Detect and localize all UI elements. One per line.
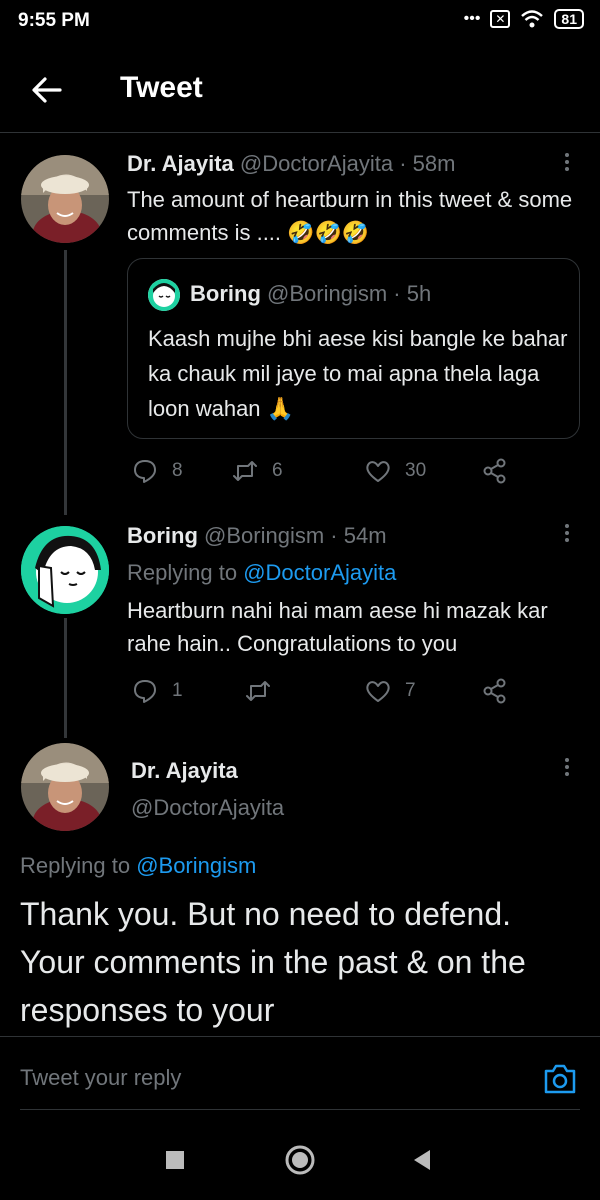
replying-to-link[interactable]: @DoctorAjayita bbox=[243, 560, 396, 585]
wifi-icon bbox=[521, 10, 544, 28]
replying-to-link[interactable]: @Boringism bbox=[136, 853, 256, 878]
heart-icon bbox=[366, 681, 390, 702]
tweet-time: · 54m bbox=[330, 523, 387, 548]
author-handle[interactable]: @DoctorAjayita bbox=[131, 795, 284, 821]
page-title: Tweet bbox=[120, 71, 203, 104]
reply-bar: Tweet your reply bbox=[0, 1036, 600, 1112]
quote-time: · 5h bbox=[393, 281, 432, 306]
reply-button[interactable]: 8 bbox=[132, 458, 183, 484]
author-handle[interactable]: @DoctorAjayita bbox=[240, 151, 393, 176]
tweet-text: Thank you. But no need to defend. Your c… bbox=[20, 896, 526, 1028]
replying-to: Replying to @DoctorAjayita bbox=[127, 560, 396, 586]
reply-icon bbox=[134, 680, 156, 703]
replying-prefix: Replying to bbox=[127, 560, 244, 585]
avatar[interactable] bbox=[21, 526, 109, 614]
author-name[interactable]: Dr. Ajayita bbox=[127, 151, 234, 176]
divider bbox=[20, 1109, 580, 1110]
replying-to: Replying to @Boringism bbox=[20, 853, 256, 879]
system-nav-bar bbox=[0, 1118, 600, 1200]
retweet-icon bbox=[246, 681, 270, 701]
home-icon[interactable] bbox=[284, 1144, 316, 1176]
app-header: Tweet bbox=[0, 45, 600, 133]
reply-count: 8 bbox=[172, 460, 183, 481]
avatar[interactable] bbox=[21, 155, 109, 243]
tweet-text: Heartburn nahi hai mam aese hi mazak kar… bbox=[127, 598, 548, 656]
tweet-text: The amount of heartburn in this tweet & … bbox=[127, 187, 573, 245]
retweet-count: 6 bbox=[272, 460, 283, 481]
notification-x-icon: ✕ bbox=[490, 10, 511, 28]
more-vertical-icon[interactable] bbox=[562, 150, 572, 180]
dots-indicator: ••• bbox=[463, 10, 481, 27]
share-icon bbox=[483, 678, 506, 704]
arrow-left-icon[interactable] bbox=[30, 73, 64, 107]
recents-icon[interactable] bbox=[159, 1144, 191, 1176]
share-button[interactable] bbox=[482, 678, 508, 704]
retweet-button[interactable]: 6 bbox=[232, 458, 283, 484]
avatar bbox=[148, 279, 180, 311]
tweet-header: Boring @Boringism · 54m bbox=[127, 523, 387, 549]
more-vertical-icon[interactable] bbox=[562, 521, 572, 551]
heart-icon bbox=[366, 461, 390, 482]
quoted-tweet[interactable]: Boring @Boringism · 5h Kaash mujhe bhi a… bbox=[127, 258, 580, 439]
reply-count: 1 bbox=[172, 680, 183, 701]
share-button[interactable] bbox=[482, 458, 508, 484]
like-button[interactable]: 7 bbox=[365, 678, 416, 704]
camera-icon[interactable] bbox=[542, 1063, 578, 1095]
quote-header: Boring @Boringism · 5h bbox=[190, 281, 431, 307]
reply-input[interactable]: Tweet your reply bbox=[20, 1065, 181, 1091]
tweet-actions: 1 7 bbox=[132, 678, 582, 708]
status-icons: ••• ✕ 81 bbox=[464, 9, 584, 29]
thread-line bbox=[64, 250, 67, 515]
battery-indicator: 81 bbox=[554, 9, 584, 29]
tweet-header: Dr. Ajayita @DoctorAjayita · 58m bbox=[127, 151, 455, 177]
retweet-button[interactable] bbox=[245, 678, 271, 704]
author-handle[interactable]: @Boringism bbox=[204, 523, 324, 548]
status-time: 9:55 PM bbox=[18, 10, 90, 31]
quote-text: Kaash mujhe bhi aese kisi bangle ke baha… bbox=[148, 326, 568, 421]
author-name[interactable]: Dr. Ajayita bbox=[131, 758, 238, 784]
like-count: 30 bbox=[405, 460, 427, 481]
like-button[interactable]: 30 bbox=[365, 458, 426, 484]
quote-author-name: Boring bbox=[190, 281, 261, 306]
share-icon bbox=[483, 458, 506, 484]
tweet-time: · 58m bbox=[399, 151, 456, 176]
avatar[interactable] bbox=[21, 743, 109, 831]
more-vertical-icon[interactable] bbox=[562, 755, 572, 785]
reply-button[interactable]: 1 bbox=[132, 678, 183, 704]
retweet-icon bbox=[233, 461, 257, 481]
quote-author-handle: @Boringism bbox=[267, 281, 388, 306]
author-name[interactable]: Boring bbox=[127, 523, 198, 548]
status-bar: 9:55 PM ••• ✕ 81 bbox=[0, 0, 600, 40]
replying-prefix: Replying to bbox=[20, 853, 137, 878]
tweet-actions: 8 6 30 bbox=[132, 458, 582, 488]
thread-line bbox=[64, 618, 67, 738]
reply-icon bbox=[134, 460, 156, 483]
like-count: 7 bbox=[405, 680, 416, 701]
back-triangle-icon[interactable] bbox=[406, 1144, 438, 1176]
